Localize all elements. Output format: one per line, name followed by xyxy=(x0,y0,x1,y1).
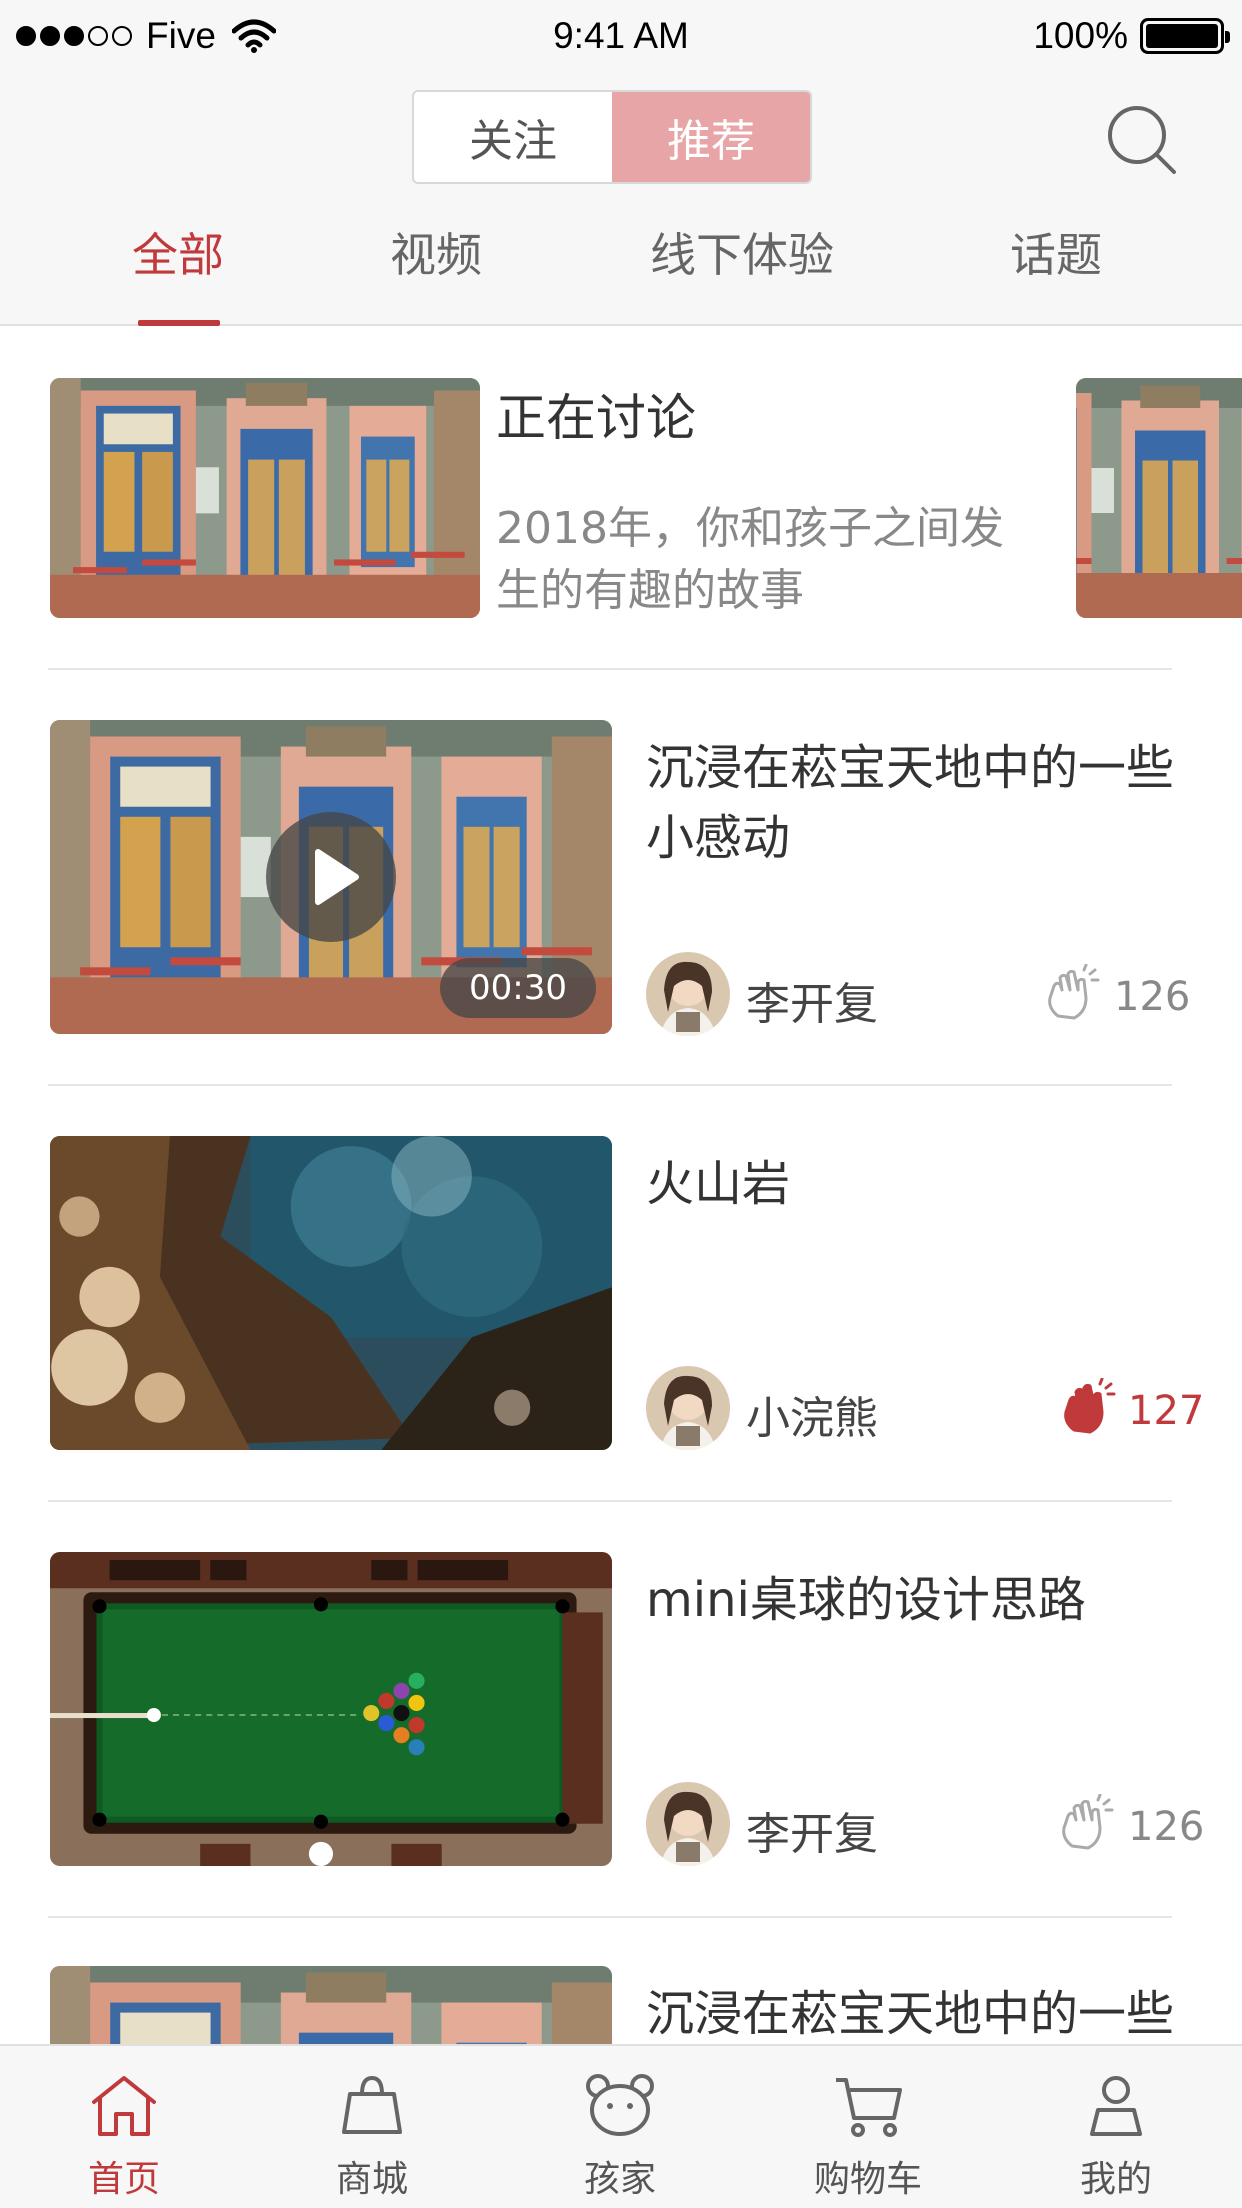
avatar[interactable] xyxy=(646,1366,730,1450)
active-tab-indicator xyxy=(138,320,220,326)
author-name[interactable]: 李开复 xyxy=(746,1798,878,1862)
tabbar-item-me[interactable]: 我的 xyxy=(992,2046,1240,2208)
avatar[interactable] xyxy=(646,1782,730,1866)
next-discussion-image[interactable] xyxy=(1076,378,1242,618)
segment-follow[interactable]: 关注 xyxy=(414,92,612,182)
tabbar-label: 孩家 xyxy=(583,2159,656,2200)
tabbar-label: 我的 xyxy=(1079,2159,1152,2200)
tab-all[interactable]: 全部 xyxy=(132,214,224,326)
cart-icon xyxy=(836,2078,902,2137)
divider xyxy=(48,1916,1172,1918)
feed-item-title[interactable]: mini桌球的设计思路 xyxy=(646,1566,1086,1634)
battery-group: 100% xyxy=(1033,14,1230,58)
feed-item-title-line-2[interactable]: 小感动 xyxy=(646,804,790,872)
tab-topics[interactable]: 话题 xyxy=(1010,214,1102,326)
tabbar-item-home[interactable]: 首页 xyxy=(0,2046,248,2208)
tabbar-item-cart[interactable]: 购物车 xyxy=(744,2046,992,2208)
feed-item-image[interactable] xyxy=(50,1552,612,1866)
clap-icon[interactable] xyxy=(1040,964,1100,1024)
battery-percentage: 100% xyxy=(1033,15,1128,56)
header: 关注 推荐 全部 视频 线下体验 话题 xyxy=(0,74,1242,326)
bottom-tab-bar: 首页 商城 孩家 购物车 我的 xyxy=(0,2044,1242,2208)
author-name[interactable]: 李开复 xyxy=(746,968,878,1032)
tab-video[interactable]: 视频 xyxy=(390,214,482,326)
play-icon[interactable] xyxy=(266,812,396,942)
home-icon xyxy=(92,2076,156,2136)
feed-item-title-line-1[interactable]: 沉浸在菘宝天地中的一些 xyxy=(646,734,1174,802)
like-count: 126 xyxy=(1114,974,1191,1020)
feed-item-image[interactable] xyxy=(50,1136,612,1450)
clap-icon[interactable] xyxy=(1054,1794,1114,1854)
divider xyxy=(48,668,1172,670)
video-duration: 00:30 xyxy=(440,958,596,1018)
discussion-subtitle-line-1: 2018年，你和孩子之间发 xyxy=(496,503,1004,554)
tabbar-label: 商城 xyxy=(335,2159,408,2200)
tab-offline-experience[interactable]: 线下体验 xyxy=(650,214,834,326)
tabbar-label: 首页 xyxy=(87,2159,160,2200)
clap-icon-liked[interactable] xyxy=(1056,1378,1116,1438)
like-count: 126 xyxy=(1128,1804,1205,1850)
feed-item-image[interactable] xyxy=(50,1966,612,2044)
author-name[interactable]: 小浣熊 xyxy=(746,1382,878,1446)
discussion-image[interactable] xyxy=(50,378,480,618)
tabbar-item-kids[interactable]: 孩家 xyxy=(496,2046,744,2208)
status-bar: Five 9:41 AM 100% xyxy=(0,0,1242,74)
divider xyxy=(48,1500,1172,1502)
search-icon[interactable] xyxy=(1104,102,1180,178)
like-count: 127 xyxy=(1128,1388,1205,1434)
user-icon xyxy=(1090,2076,1142,2136)
bear-icon xyxy=(586,2074,654,2136)
feed-segmented-control: 关注 推荐 xyxy=(412,90,812,184)
divider xyxy=(48,1084,1172,1086)
discussion-subtitle-line-2: 生的有趣的故事 xyxy=(496,565,804,616)
avatar[interactable] xyxy=(646,952,730,1036)
shopping-bag-icon xyxy=(342,2075,402,2134)
tabbar-label: 购物车 xyxy=(813,2159,922,2200)
segment-recommend[interactable]: 推荐 xyxy=(612,92,810,182)
feed-item-title[interactable]: 火山岩 xyxy=(646,1150,790,1218)
battery-icon xyxy=(1140,18,1230,54)
feed-item-title[interactable]: 沉浸在菘宝天地中的一些 xyxy=(646,1980,1174,2048)
tabbar-item-mall[interactable]: 商城 xyxy=(248,2046,496,2208)
discussion-title[interactable]: 正在讨论 xyxy=(496,384,696,452)
category-tabs: 全部 视频 线下体验 话题 xyxy=(0,214,1242,326)
feed-item-image[interactable]: 00:30 xyxy=(50,720,612,1034)
